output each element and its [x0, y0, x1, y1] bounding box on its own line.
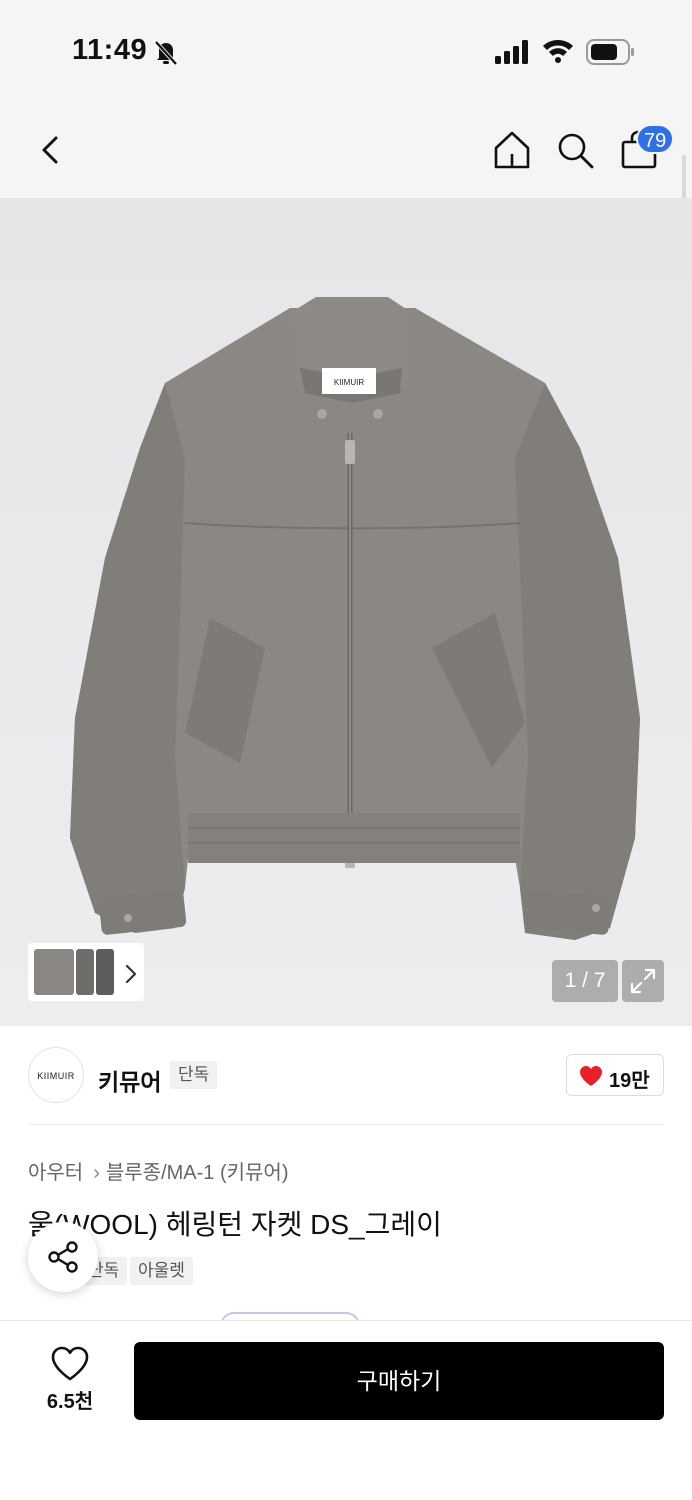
- image-counter: 1 / 7: [552, 960, 618, 1002]
- thumbnail-2[interactable]: [76, 949, 94, 995]
- expand-button[interactable]: [622, 960, 664, 1002]
- section-divider: [28, 1124, 664, 1125]
- thumbnail-1[interactable]: [34, 949, 74, 995]
- bottom-action-bar: 6.5천 구매하기: [0, 1320, 692, 1500]
- brand-logo[interactable]: KIIMUIR: [28, 1047, 84, 1103]
- brand-like-count: 19만: [609, 1070, 650, 1092]
- top-nav-bar: [0, 100, 692, 198]
- breadcrumb-item[interactable]: 아우터: [28, 1162, 83, 1184]
- heart-filled-icon: [580, 1066, 602, 1086]
- cart-count-badge: 79: [636, 124, 675, 154]
- brand-row[interactable]: KIIMUIR 키뮤어 단독 19만: [0, 1026, 692, 1126]
- back-icon[interactable]: [30, 130, 70, 170]
- bell-slash-icon: [154, 40, 178, 66]
- expand-icon: [630, 968, 656, 994]
- chevron-right-icon: ›: [93, 1162, 100, 1184]
- share-button[interactable]: [28, 1222, 98, 1292]
- heart-outline-icon[interactable]: [50, 1346, 90, 1382]
- brand-like-button[interactable]: 19만: [566, 1054, 664, 1096]
- product-image: KIIMUIR: [0, 198, 692, 1026]
- tag-outlet: 아울렛: [130, 1257, 193, 1285]
- breadcrumb-item[interactable]: 블루종/MA-1 (키뮤어): [106, 1162, 289, 1184]
- status-time: 11:49: [72, 34, 148, 66]
- status-bar: 11:49: [0, 0, 692, 100]
- home-icon[interactable]: [490, 128, 534, 172]
- brand-name[interactable]: 키뮤어: [98, 1063, 161, 1097]
- search-icon[interactable]: [553, 128, 597, 172]
- chevron-right-icon[interactable]: [124, 962, 138, 986]
- brand-exclusive-tag: 단독: [170, 1061, 218, 1089]
- product-image-gallery[interactable]: KIIMUIR 1 / 7: [0, 198, 692, 1026]
- share-icon: [48, 1241, 78, 1273]
- wishlist-count: 6.5천: [46, 1391, 94, 1413]
- wifi-icon: [543, 40, 573, 63]
- breadcrumb: 아우터 › 블루종/MA-1 (키뮤어): [28, 1156, 289, 1185]
- garment-label-text: KIIMUIR: [334, 378, 364, 387]
- buy-button[interactable]: 구매하기: [134, 1342, 664, 1420]
- thumbnail-3[interactable]: [96, 949, 114, 995]
- signal-icon: [495, 40, 528, 64]
- battery-icon: [586, 39, 634, 65]
